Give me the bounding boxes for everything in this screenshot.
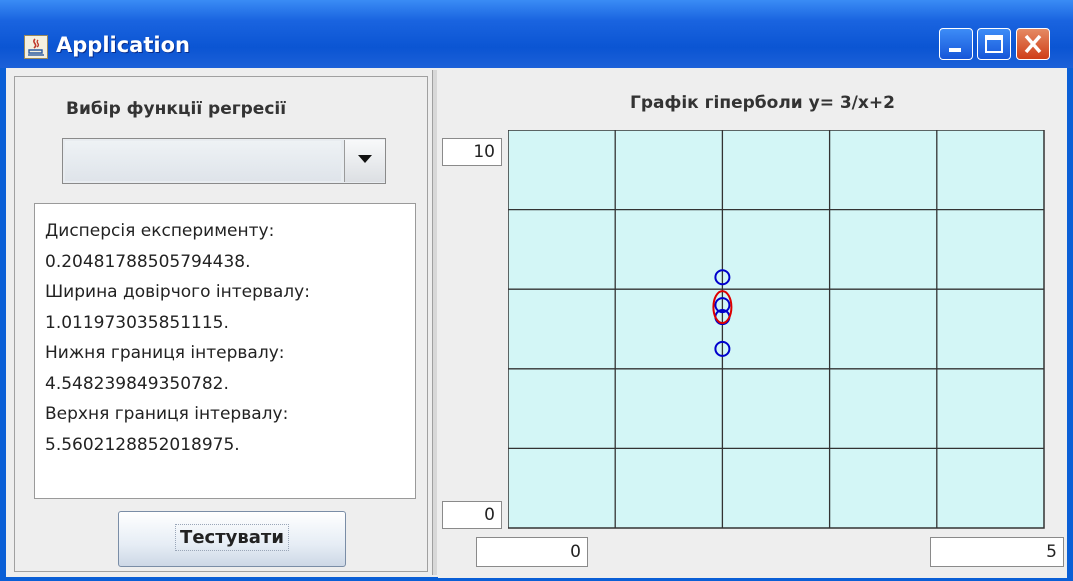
output-line: Верхня границя інтервалу: <box>45 404 289 424</box>
combo-value[interactable] <box>65 141 341 181</box>
test-button[interactable]: Тестувати <box>118 511 346 567</box>
output-line: 5.5602128852018975. <box>45 434 240 455</box>
combo-dropdown-button[interactable] <box>344 140 385 182</box>
y-min-field[interactable]: 0 <box>442 501 502 529</box>
minimize-button[interactable] <box>939 28 973 60</box>
close-icon <box>1024 34 1042 54</box>
maximize-button[interactable] <box>977 28 1011 60</box>
output-line: 4.548239849350782. <box>45 373 229 394</box>
y-max-field[interactable]: 10 <box>442 138 502 166</box>
maximize-icon <box>985 35 1003 53</box>
chart-title: Графік гіперболи y= 3/x+2 <box>630 93 895 113</box>
application-window: Application Вибір функції регресії Диспе… <box>0 0 1073 581</box>
chevron-down-icon <box>358 155 372 163</box>
minimize-icon <box>949 48 961 52</box>
x-min-field[interactable]: 0 <box>476 537 588 567</box>
output-line: Нижня границя інтервалу: <box>45 343 285 363</box>
java-app-icon <box>24 35 48 59</box>
output-line: Ширина довірчого інтервалу: <box>45 282 310 302</box>
title-bar[interactable]: Application <box>0 0 1073 68</box>
split-pane-divider[interactable] <box>432 70 437 575</box>
output-line: Дисперсія експерименту: <box>45 221 275 241</box>
test-button-label: Тестувати <box>175 524 289 551</box>
close-button[interactable] <box>1016 28 1050 60</box>
hyperbola-plot <box>508 130 1045 529</box>
x-max-field[interactable]: 5 <box>930 537 1064 567</box>
output-line: 0.20481788505794438. <box>45 251 251 272</box>
regression-function-label: Вибір функції регресії <box>66 99 287 119</box>
results-text-area[interactable]: Дисперсія експерименту: 0.204817885057944… <box>34 203 416 499</box>
output-line: 1.011973035851115. <box>45 312 229 333</box>
window-title: Application <box>56 33 190 57</box>
regression-function-combobox[interactable] <box>62 138 386 184</box>
plot-area <box>508 130 1045 529</box>
